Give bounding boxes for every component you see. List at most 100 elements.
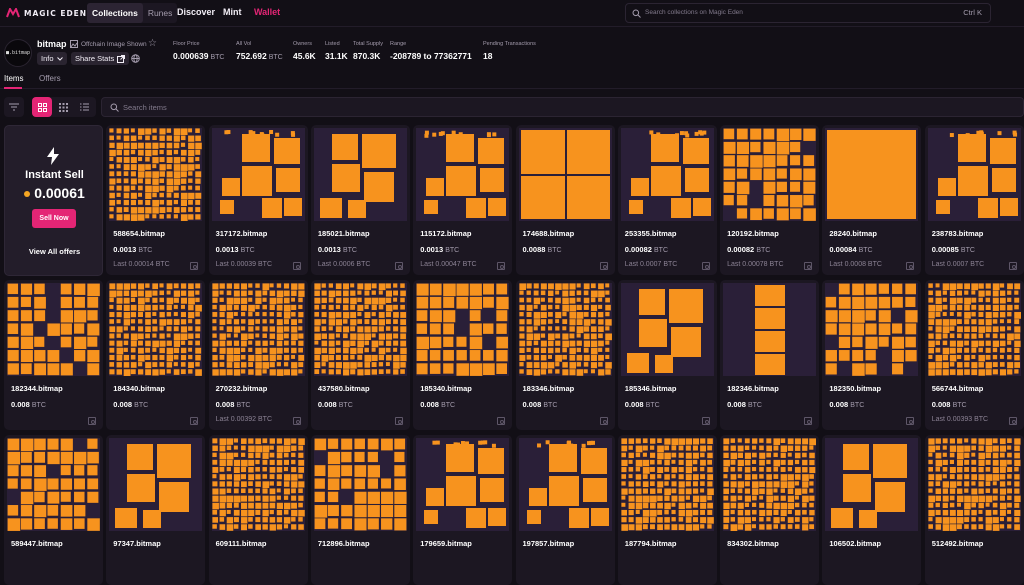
collection-search-input[interactable]: Search collections on Magic Eden Ctrl K	[625, 3, 991, 23]
nft-item-card[interactable]: 174688.bitmap 0.0088 BTC	[515, 125, 615, 275]
price-value: 0.008	[624, 400, 644, 409]
external-share-icon	[117, 54, 126, 63]
sell-now-button[interactable]: Sell Now	[32, 209, 76, 228]
item-name: 97347.bitmap	[113, 539, 161, 548]
info-dropdown[interactable]: Info	[37, 52, 67, 65]
price-unit: BTC	[441, 402, 456, 409]
nft-item-card[interactable]: 588654.bitmap 0.0013 BTC Last 0.00014 BTC	[106, 125, 206, 275]
nft-item-card[interactable]: 182346.bitmap 0.008 BTC	[720, 280, 820, 430]
nft-item-card[interactable]: 115172.bitmap 0.0013 BTC Last 0.00047 BTC	[413, 125, 513, 275]
search-items-input[interactable]: Search items	[101, 97, 1024, 117]
bitmap-pattern-image	[211, 438, 305, 531]
price-value: 0.0013	[215, 245, 239, 254]
nft-item-card[interactable]: 834302.bitmap	[720, 435, 820, 585]
nft-item-card[interactable]: 712896.bitmap	[310, 435, 410, 585]
item-price: 0.0013 BTC	[113, 245, 152, 254]
view-details-icon[interactable]	[1008, 262, 1017, 270]
nft-item-card[interactable]: 184340.bitmap 0.008 BTC	[106, 280, 206, 430]
view-details-icon[interactable]	[599, 417, 608, 425]
price-unit: BTC	[645, 402, 660, 409]
view-details-icon[interactable]	[292, 262, 301, 270]
item-name: 183346.bitmap	[522, 384, 575, 393]
nft-item-card[interactable]: 187794.bitmap	[617, 435, 717, 585]
item-name: 115172.bitmap	[420, 229, 472, 238]
stat-value: 31.1K	[325, 51, 348, 61]
nft-item-card[interactable]: 179659.bitmap	[413, 435, 513, 585]
instant-sell-card: Instant Sell 0.00061 Sell Now View All o…	[4, 125, 103, 276]
nft-item-card[interactable]: 512492.bitmap	[924, 435, 1024, 585]
item-price: 0.008 BTC	[113, 400, 148, 409]
magic-eden-logo[interactable]: MAGIC EDEN	[6, 7, 87, 19]
nft-item-card[interactable]: 97347.bitmap	[106, 435, 206, 585]
nft-item-card[interactable]: 183346.bitmap 0.008 BTC	[515, 280, 615, 430]
filter-toggle-button[interactable]	[4, 97, 24, 117]
list-icon	[79, 103, 89, 111]
nft-item-card[interactable]: 185346.bitmap 0.008 BTC	[617, 280, 717, 430]
stat-label: Owners	[293, 41, 312, 47]
instant-sell-price: 0.00061	[5, 185, 104, 201]
bitmap-pattern-image	[424, 440, 507, 528]
nft-item-card[interactable]: 270232.bitmap 0.008 BTC Last 0.00392 BTC	[208, 280, 308, 430]
nav-discover-link[interactable]: Discover	[177, 7, 215, 17]
view-details-icon[interactable]	[190, 262, 199, 270]
nft-item-card[interactable]: 182350.bitmap 0.008 BTC	[822, 280, 922, 430]
view-details-icon[interactable]	[701, 417, 710, 425]
bitmap-pattern-image	[314, 438, 407, 531]
price-value: 0.008	[727, 400, 746, 409]
tab-collections[interactable]: Collections	[87, 3, 143, 23]
view-all-offers-link[interactable]: View All offers	[5, 247, 104, 256]
view-details-icon[interactable]	[88, 417, 96, 425]
view-details-icon[interactable]	[190, 417, 199, 425]
nft-item-card[interactable]: 317172.bitmap 0.0013 BTC Last 0.00039 BTC	[208, 125, 308, 275]
globe-icon[interactable]	[131, 54, 140, 63]
view-details-icon[interactable]	[394, 262, 403, 270]
nft-item-card[interactable]: 197857.bitmap	[515, 435, 615, 585]
share-stats-button[interactable]: Share Stats	[71, 52, 130, 65]
offchain-image-toggle[interactable]: Offchain Image Shown	[70, 40, 147, 48]
item-price: 0.008 BTC	[932, 400, 967, 409]
bitmap-pattern-image	[928, 283, 1021, 376]
nft-thumbnail	[620, 128, 714, 221]
view-details-icon[interactable]	[804, 417, 813, 425]
price-unit: BTC	[850, 402, 865, 409]
view-details-icon[interactable]	[1008, 417, 1017, 425]
stat-all-vol: All Vol 752.692 BTC	[236, 41, 283, 61]
view-details-icon[interactable]	[804, 262, 813, 270]
nft-item-card[interactable]: 185021.bitmap 0.0013 BTC Last 0.0006 BTC	[310, 125, 410, 275]
view-details-icon[interactable]	[906, 417, 915, 425]
nft-item-card[interactable]: 609111.bitmap	[208, 435, 308, 585]
bitmap-pattern-image	[319, 134, 396, 218]
price-value: 0.0088	[522, 245, 546, 254]
nft-item-card[interactable]: 253355.bitmap 0.00082 BTC Last 0.0007 BTC	[617, 125, 717, 275]
item-name: 437580.bitmap	[317, 384, 370, 393]
tab-offers[interactable]: Offers	[39, 74, 61, 83]
nft-item-card[interactable]: 106502.bitmap	[822, 435, 922, 585]
nft-item-card[interactable]: 182344.bitmap 0.008 BTC	[4, 280, 103, 430]
view-details-icon[interactable]	[394, 417, 403, 425]
view-small-grid-button[interactable]	[53, 97, 73, 117]
nft-item-card[interactable]: 28240.bitmap 0.00084 BTC Last 0.0008 BTC	[822, 125, 922, 275]
nav-wallet-link[interactable]: Wallet	[254, 7, 280, 17]
nft-item-card[interactable]: 185340.bitmap 0.008 BTC	[413, 280, 513, 430]
tab-items[interactable]: Items	[4, 74, 24, 83]
stat-floor-price: Floor Price 0.000639 BTC	[173, 41, 224, 61]
tab-runes[interactable]: Runes	[143, 3, 178, 23]
nft-item-card[interactable]: 566744.bitmap 0.008 BTC Last 0.00393 BTC	[924, 280, 1024, 430]
price-unit: BTC	[138, 247, 153, 254]
nft-item-card[interactable]: 238783.bitmap 0.00085 BTC Last 0.0007 BTC	[924, 125, 1024, 275]
view-details-icon[interactable]	[599, 262, 608, 270]
view-details-icon[interactable]	[497, 262, 506, 270]
view-details-icon[interactable]	[497, 417, 506, 425]
view-details-icon[interactable]	[906, 262, 915, 270]
price-unit: BTC	[31, 402, 46, 409]
favorite-star-icon[interactable]: ☆	[148, 38, 157, 49]
view-details-icon[interactable]	[292, 417, 301, 425]
stat-label: Range	[390, 41, 407, 47]
view-list-button[interactable]	[74, 97, 94, 117]
view-large-grid-button[interactable]	[32, 97, 52, 117]
view-details-icon[interactable]	[701, 262, 710, 270]
nft-item-card[interactable]: 120192.bitmap 0.00082 BTC Last 0.00078 BTC	[720, 125, 820, 275]
nft-item-card[interactable]: 437580.bitmap 0.008 BTC	[310, 280, 410, 430]
nav-mint-link[interactable]: Mint	[223, 7, 242, 17]
nft-item-card[interactable]: 589447.bitmap	[4, 435, 103, 585]
